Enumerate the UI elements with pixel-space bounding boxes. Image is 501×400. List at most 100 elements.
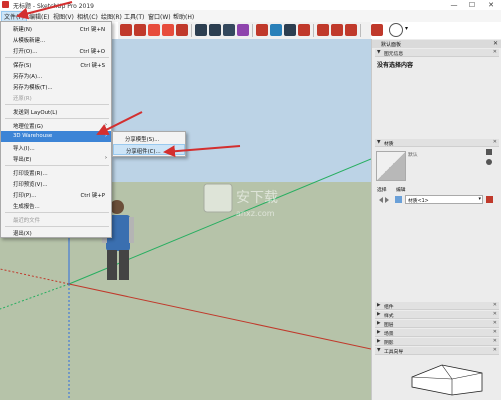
tray-section-entity-info[interactable]: ▼ 图元信息 ✕: [375, 49, 499, 57]
menu-item-save-as[interactable]: 另存为(A)...: [1, 70, 111, 81]
close-icon[interactable]: ✕: [493, 302, 497, 308]
user-account-icon[interactable]: [389, 23, 403, 37]
sketchup-app-icon: [2, 1, 9, 8]
scale-tool-icon[interactable]: [176, 24, 188, 36]
close-icon[interactable]: ✕: [493, 347, 497, 353]
menu-separator: [5, 165, 109, 166]
expand-triangle-icon: ▶: [377, 303, 381, 308]
move-tool-icon[interactable]: [148, 24, 160, 36]
collapse-triangle-icon: ▼: [377, 348, 381, 353]
menu-item-print[interactable]: 打印(P)... Ctrl 键+P: [1, 189, 111, 200]
menu-item-send-to-layout[interactable]: 发送到 LayOut(L): [1, 106, 111, 117]
tray-section-styles[interactable]: ▶ 样式 ✕: [375, 311, 499, 319]
material-tab-select[interactable]: 选择: [377, 186, 387, 193]
tray-section-layers[interactable]: ▶ 图层 ✕: [375, 320, 499, 328]
red-axis: [68, 283, 371, 350]
menu-tools[interactable]: 工具(T): [124, 12, 144, 21]
expand-triangle-icon: ▶: [377, 330, 381, 335]
tray-section-materials[interactable]: ▼ 材质 ✕: [375, 139, 499, 147]
tray-section-components[interactable]: ▶ 组件 ✕: [375, 302, 499, 310]
menu-item-import[interactable]: 导入(I)...: [1, 142, 111, 153]
details-icon[interactable]: [486, 196, 493, 203]
menu-item-generate-report[interactable]: 生成报告...: [1, 200, 111, 211]
zoom-extents-icon[interactable]: [298, 24, 310, 36]
chevron-down-icon[interactable]: ▾: [478, 196, 481, 202]
toolbar-separator: [360, 24, 361, 37]
entity-info-text: 没有选择内容: [377, 62, 414, 69]
close-icon[interactable]: ✕: [493, 40, 498, 47]
tray-section-scenes[interactable]: ▶ 场景 ✕: [375, 329, 499, 337]
menu-item-revert: 还原(R): [13, 96, 32, 102]
submenu-item-share-component[interactable]: 分享组件(C)...: [113, 144, 185, 155]
material-collection-select[interactable]: 材质<1> ▾: [405, 195, 483, 204]
watermark-site-text: 安下载: [236, 190, 278, 206]
sample-paint-icon[interactable]: [486, 149, 492, 155]
red-axis-dashed: [0, 268, 70, 285]
maximize-button[interactable]: ☐: [465, 0, 479, 10]
menu-item-print-preview[interactable]: 打印预览(V)...: [1, 178, 111, 189]
collapse-triangle-icon: ▼: [377, 140, 381, 145]
warehouse-icon[interactable]: [317, 24, 329, 36]
pan-tool-icon[interactable]: [270, 24, 282, 36]
close-icon[interactable]: ✕: [493, 338, 497, 344]
eraser-tool-icon[interactable]: [134, 24, 146, 36]
3d-warehouse-submenu: 分享模型(S)... 分享组件(C)...: [112, 131, 186, 157]
close-button[interactable]: ✕: [484, 0, 498, 10]
expand-triangle-icon: ▶: [377, 312, 381, 317]
tape-measure-icon[interactable]: [195, 24, 207, 36]
select-tool-icon[interactable]: [120, 24, 132, 36]
default-tray: 默认面板 ✕ ▼ 图元信息 ✕ 没有选择内容 ▼ 材质 ✕ 默认 选择 编辑 材…: [371, 39, 501, 400]
menu-edit[interactable]: 编辑(E): [29, 12, 49, 21]
close-icon[interactable]: ✕: [493, 320, 497, 326]
submenu-item-share-model[interactable]: 分享模型(S)...: [113, 133, 185, 144]
minimize-button[interactable]: —: [447, 0, 461, 10]
forward-arrow-icon[interactable]: [385, 197, 391, 203]
menu-draw[interactable]: 绘图(R): [101, 12, 122, 21]
tray-section-shadows[interactable]: ▶ 阴影 ✕: [375, 338, 499, 346]
watermark-url-text: anxz.com: [236, 209, 275, 218]
menu-item-exit[interactable]: 退出(X): [1, 227, 111, 238]
menu-item-3d-warehouse[interactable]: 3D Warehouse ›: [1, 131, 111, 142]
menu-item-new-from-template[interactable]: 从模板新建...: [1, 34, 111, 45]
rotate-tool-icon[interactable]: [162, 24, 174, 36]
share-model-icon[interactable]: [345, 24, 357, 36]
menu-help[interactable]: 帮助(H): [173, 12, 194, 21]
extension-warehouse-icon[interactable]: [331, 24, 343, 36]
menu-camera[interactable]: 相机(C): [77, 12, 98, 21]
create-material-icon[interactable]: [486, 159, 492, 165]
menu-item-save[interactable]: 保存(S) Ctrl 键+S: [1, 59, 111, 70]
menu-item-open[interactable]: 打开(O)... Ctrl 键+O: [1, 45, 111, 56]
toolbar-separator: [252, 24, 253, 37]
menu-view[interactable]: 视图(V): [53, 12, 74, 21]
menu-window[interactable]: 窗口(W): [148, 12, 171, 21]
text-tool-icon[interactable]: [209, 24, 221, 36]
menu-item-new[interactable]: 新建(N) Ctrl 键+N: [1, 23, 111, 34]
menu-item-geo-location[interactable]: 地理位置(G) ›: [1, 120, 111, 131]
window-title: 无标题 - SketchUp Pro 2019: [13, 3, 94, 10]
close-icon[interactable]: ✕: [493, 139, 497, 145]
menu-item-save-as-template[interactable]: 另存为模板(T)...: [1, 81, 111, 92]
file-menu-dropdown: 新建(N) Ctrl 键+N 从模板新建... 打开(O)... Ctrl 键+O …: [0, 21, 112, 238]
menu-item-print-setup[interactable]: 打印设置(R)...: [1, 167, 111, 178]
collapse-triangle-icon: ▼: [377, 50, 381, 55]
material-preview-swatch: [376, 151, 406, 181]
menu-separator: [5, 118, 109, 119]
orbit-tool-icon[interactable]: [256, 24, 268, 36]
close-icon[interactable]: ✕: [493, 49, 497, 55]
close-icon[interactable]: ✕: [493, 311, 497, 317]
menu-separator: [5, 57, 109, 58]
back-arrow-icon[interactable]: [377, 197, 383, 203]
extension-manager-icon[interactable]: [371, 24, 383, 36]
tray-section-instructor[interactable]: ▼ 工具向导 ✕: [375, 347, 499, 355]
zoom-tool-icon[interactable]: [284, 24, 296, 36]
tray-header[interactable]: 默认面板 ✕: [372, 40, 501, 48]
chevron-down-icon[interactable]: ▾: [405, 25, 408, 32]
paint-bucket-icon[interactable]: [237, 24, 249, 36]
menu-item-export[interactable]: 导出(E) ›: [1, 153, 111, 164]
expand-triangle-icon: ▶: [377, 321, 381, 326]
axes-tool-icon[interactable]: [223, 24, 235, 36]
expand-triangle-icon: ▶: [377, 339, 381, 344]
home-icon[interactable]: [395, 196, 402, 203]
close-icon[interactable]: ✕: [493, 329, 497, 335]
material-tab-edit[interactable]: 编辑: [396, 186, 406, 193]
